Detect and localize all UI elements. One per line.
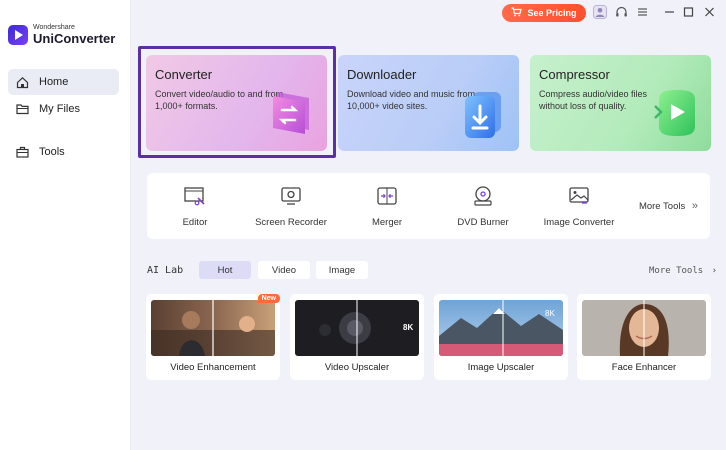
chevron-right-icon: › bbox=[711, 266, 718, 276]
ai-more-tools-link[interactable]: More Tools › bbox=[649, 266, 717, 276]
sidebar-item-my-files[interactable]: My Files bbox=[8, 96, 119, 122]
card-video-enhancement[interactable]: New Video Enhancement bbox=[146, 294, 280, 380]
image-upscaler-8k-label: 8K bbox=[545, 309, 555, 318]
card-label: Image Upscaler bbox=[467, 362, 535, 373]
image-converter-icon bbox=[568, 185, 590, 207]
screen-recorder-icon bbox=[280, 185, 302, 207]
tab-image[interactable]: Image bbox=[316, 261, 368, 279]
home-icon bbox=[15, 75, 29, 89]
downloader-icon bbox=[455, 84, 511, 145]
cart-icon bbox=[511, 7, 523, 19]
card-image-upscaler[interactable]: 8K Image Upscaler bbox=[434, 294, 568, 380]
menu-icon[interactable] bbox=[634, 4, 650, 20]
face-enhancer-thumbnail bbox=[582, 300, 706, 356]
tab-hot[interactable]: Hot bbox=[199, 261, 251, 279]
tool-label: Screen Recorder bbox=[255, 217, 327, 228]
tool-label: DVD Burner bbox=[457, 217, 509, 228]
tool-dvd-burner[interactable]: DVD Burner bbox=[435, 173, 531, 239]
compressor-card[interactable]: Compressor Compress audio/video files wi… bbox=[530, 55, 711, 151]
sidebar-item-label: My Files bbox=[39, 103, 80, 115]
downloader-title: Downloader bbox=[347, 67, 417, 82]
double-chevron-right-icon: » bbox=[691, 200, 698, 212]
sidebar-item-label: Home bbox=[39, 76, 69, 88]
card-video-upscaler[interactable]: 8K Video Upscaler bbox=[290, 294, 424, 380]
video-enhancement-thumbnail bbox=[151, 300, 275, 356]
sidebar-item-tools[interactable]: Tools bbox=[8, 139, 119, 165]
sidebar-item-home[interactable]: Home bbox=[8, 69, 119, 95]
tools-row: Editor Screen Recorder Merger DVD Burner… bbox=[147, 173, 710, 239]
maximize-icon[interactable] bbox=[680, 4, 696, 20]
uniconverter-logo-icon bbox=[8, 24, 28, 45]
video-upscaler-8k-label: 8K bbox=[403, 323, 413, 332]
editor-icon bbox=[184, 185, 206, 207]
tool-screen-recorder[interactable]: Screen Recorder bbox=[243, 173, 339, 239]
folder-icon bbox=[15, 102, 29, 116]
logo-subtitle: Wondershare bbox=[33, 24, 75, 31]
headset-support-icon[interactable] bbox=[613, 4, 629, 20]
card-face-enhancer[interactable]: Face Enhancer bbox=[577, 294, 711, 380]
account-avatar-icon[interactable] bbox=[592, 4, 608, 20]
tool-label: Merger bbox=[371, 217, 403, 228]
tool-merger[interactable]: Merger bbox=[339, 173, 435, 239]
card-label: Video Upscaler bbox=[324, 362, 390, 373]
downloader-card[interactable]: Downloader Download video and music from… bbox=[338, 55, 519, 151]
sidebar-item-label: Tools bbox=[39, 146, 65, 158]
close-icon[interactable] bbox=[701, 4, 717, 20]
app-logo: Wondershare UniConverter bbox=[8, 24, 115, 45]
dvd-burner-icon bbox=[472, 185, 494, 207]
see-pricing-button[interactable]: See Pricing bbox=[502, 4, 586, 22]
minimize-icon[interactable] bbox=[661, 4, 677, 20]
image-upscaler-thumbnail: 8K bbox=[439, 300, 563, 356]
tool-editor[interactable]: Editor bbox=[147, 173, 243, 239]
sidebar: Wondershare UniConverter Home My Files T… bbox=[0, 0, 131, 450]
video-upscaler-thumbnail: 8K bbox=[295, 300, 419, 356]
see-pricing-label: See Pricing bbox=[527, 8, 577, 18]
tool-label: Editor bbox=[182, 217, 208, 228]
compressor-title: Compressor bbox=[539, 67, 610, 82]
tool-image-converter[interactable]: Image Converter bbox=[531, 173, 627, 239]
card-label: Video Enhancement bbox=[170, 362, 256, 373]
tool-label: Image Converter bbox=[543, 217, 615, 228]
logo-title: UniConverter bbox=[33, 31, 116, 46]
card-label: Face Enhancer bbox=[611, 362, 677, 373]
ai-lab-label: AI Lab bbox=[147, 265, 184, 276]
more-tools-label: More Tools bbox=[638, 201, 686, 212]
more-tools-link[interactable]: More Tools » bbox=[639, 200, 698, 212]
ai-more-tools-label: More Tools bbox=[649, 266, 704, 276]
tab-video[interactable]: Video bbox=[258, 261, 310, 279]
new-badge: New bbox=[257, 294, 280, 303]
compressor-description: Compress audio/video files without loss … bbox=[539, 89, 648, 111]
toolbox-icon bbox=[15, 145, 29, 159]
selected-card-outline bbox=[138, 46, 336, 158]
compressor-icon bbox=[651, 84, 703, 145]
merger-icon bbox=[376, 185, 398, 207]
